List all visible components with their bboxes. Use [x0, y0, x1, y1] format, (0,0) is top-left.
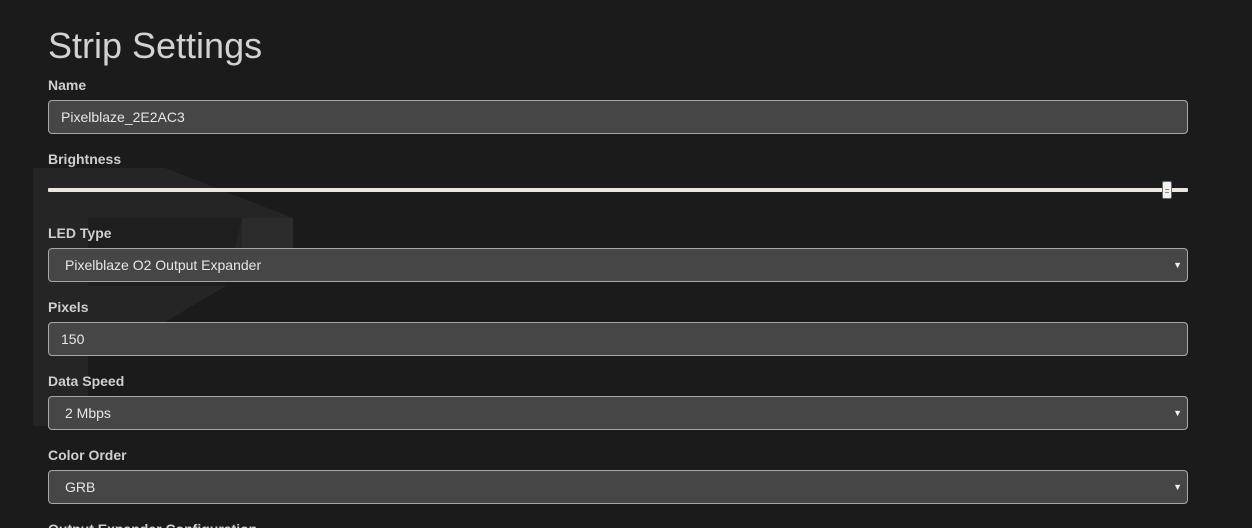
led-type-select[interactable]: Pixelblaze O2 Output Expander ▼: [48, 248, 1188, 282]
output-expander-label: Output Expander Configuration: [48, 520, 257, 528]
name-label: Name: [48, 77, 87, 93]
strip-settings-page: Strip Settings Name Pixelblaze_2E2AC3 Br…: [0, 0, 1252, 528]
data-speed-label: Data Speed: [48, 373, 125, 389]
color-order-select[interactable]: GRB ▼: [48, 470, 1188, 504]
led-type-label: LED Type: [48, 225, 112, 241]
chevron-down-icon: ▼: [1173, 482, 1182, 492]
brightness-slider-thumb[interactable]: [1162, 181, 1173, 199]
name-input[interactable]: Pixelblaze_2E2AC3: [48, 100, 1188, 134]
data-speed-selected-value: 2 Mbps: [65, 405, 111, 421]
brightness-label: Brightness: [48, 151, 122, 167]
pixels-input-value: 150: [61, 331, 85, 347]
name-input-value: Pixelblaze_2E2AC3: [61, 109, 185, 125]
brightness-slider-track[interactable]: [48, 188, 1188, 192]
page-title: Strip Settings: [48, 25, 263, 66]
led-type-selected-value: Pixelblaze O2 Output Expander: [65, 257, 262, 273]
chevron-down-icon: ▼: [1173, 408, 1182, 418]
color-order-label: Color Order: [48, 447, 127, 463]
chevron-down-icon: ▼: [1173, 260, 1182, 270]
pixels-input[interactable]: 150: [48, 322, 1188, 356]
data-speed-select[interactable]: 2 Mbps ▼: [48, 396, 1188, 430]
color-order-selected-value: GRB: [65, 479, 96, 495]
pixels-label: Pixels: [48, 299, 89, 315]
